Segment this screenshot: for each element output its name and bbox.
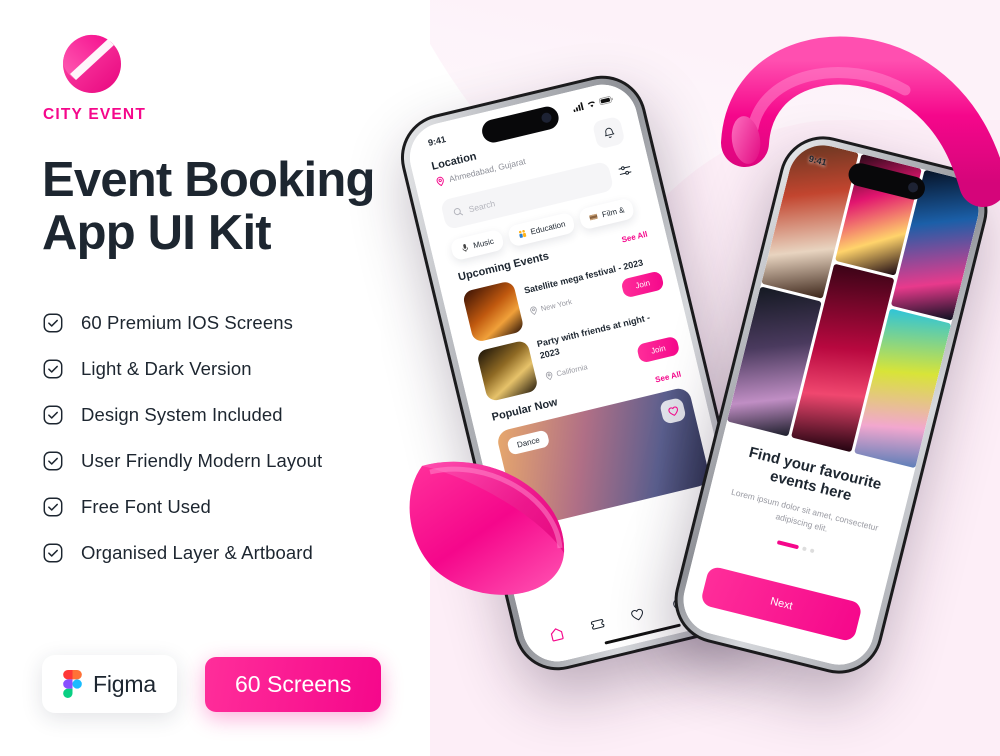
list-item-label: 60 Premium IOS Screens bbox=[81, 311, 293, 333]
check-circle-icon bbox=[42, 542, 64, 564]
check-circle-icon bbox=[42, 404, 64, 426]
figma-logo-icon bbox=[63, 670, 82, 698]
location-pin-icon bbox=[545, 371, 553, 380]
category-chip-film[interactable]: Film & bbox=[578, 197, 636, 231]
see-all-link[interactable]: See All bbox=[621, 230, 649, 245]
event-thumbnail bbox=[461, 280, 525, 343]
list-item: 60 Premium IOS Screens bbox=[42, 300, 462, 346]
pagination-dot[interactable] bbox=[802, 545, 807, 551]
list-item-label: Light & Dark Version bbox=[81, 357, 252, 379]
category-chip-label: Film & bbox=[601, 205, 626, 220]
pink-3d-arc-shape bbox=[715, 28, 1000, 208]
list-item: User Friendly Modern Layout bbox=[42, 438, 462, 484]
list-item-label: Organised Layer & Artboard bbox=[81, 541, 313, 563]
people-icon bbox=[518, 230, 527, 238]
headline-line-1: Event Booking bbox=[42, 153, 375, 207]
tab-favorites[interactable] bbox=[629, 606, 648, 626]
list-item-label: User Friendly Modern Layout bbox=[81, 449, 323, 471]
category-chip-label: Education bbox=[529, 219, 567, 237]
see-all-link[interactable]: See All bbox=[654, 370, 682, 385]
tab-home[interactable] bbox=[548, 625, 567, 645]
event-location-label: California bbox=[555, 361, 589, 379]
brand-name: CITY EVENT bbox=[42, 106, 146, 123]
check-circle-icon bbox=[42, 496, 64, 518]
page-title: Event Booking App UI Kit bbox=[42, 154, 462, 260]
list-item: Light & Dark Version bbox=[42, 346, 462, 392]
footer-row: Figma 60 Screens bbox=[42, 655, 382, 713]
category-chip-education[interactable]: Education bbox=[506, 211, 577, 248]
city-event-logo-mark-icon bbox=[56, 28, 128, 100]
location-pin-icon bbox=[530, 306, 537, 316]
film-icon bbox=[589, 213, 599, 221]
event-thumbnail bbox=[476, 339, 539, 403]
left-content-column: CITY EVENT Event Booking App UI Kit 60 P… bbox=[42, 28, 462, 576]
favorite-button[interactable] bbox=[659, 396, 687, 425]
list-item: Organised Layer & Artboard bbox=[42, 530, 462, 576]
tab-tickets[interactable] bbox=[589, 615, 608, 635]
heart-icon bbox=[631, 608, 644, 621]
check-circle-icon bbox=[42, 450, 64, 472]
pagination-dot-active[interactable] bbox=[776, 539, 800, 549]
figma-label: Figma bbox=[93, 670, 156, 697]
list-item-label: Free Font Used bbox=[81, 495, 211, 517]
filter-sliders-button[interactable] bbox=[617, 162, 634, 181]
join-button[interactable]: Join bbox=[636, 335, 681, 364]
search-placeholder: Search bbox=[467, 198, 497, 215]
home-icon bbox=[551, 628, 564, 642]
next-button[interactable]: Next bbox=[699, 565, 863, 643]
notification-bell-button[interactable] bbox=[591, 115, 626, 150]
event-location: California bbox=[544, 361, 589, 381]
figma-badge[interactable]: Figma bbox=[42, 655, 177, 713]
ticket-icon bbox=[590, 619, 605, 630]
list-item: Design System Included bbox=[42, 392, 462, 438]
list-item-label: Design System Included bbox=[81, 403, 283, 425]
category-chip-label: Music bbox=[472, 236, 495, 251]
event-location: New York bbox=[528, 297, 573, 316]
screens-count-button[interactable]: 60 Screens bbox=[205, 656, 382, 712]
join-button[interactable]: Join bbox=[620, 270, 665, 299]
feature-list: 60 Premium IOS Screens Light & Dark Vers… bbox=[42, 300, 462, 576]
poster-canvas: CITY EVENT Event Booking App UI Kit 60 P… bbox=[0, 0, 1000, 756]
pagination-dot[interactable] bbox=[809, 547, 815, 553]
list-item: Free Font Used bbox=[42, 484, 462, 530]
check-circle-icon bbox=[42, 358, 64, 380]
bell-icon bbox=[604, 127, 614, 138]
heart-icon bbox=[667, 406, 678, 416]
filter-sliders-icon bbox=[618, 166, 632, 175]
brand-logo: CITY EVENT bbox=[42, 28, 147, 124]
event-location-label: New York bbox=[539, 297, 573, 314]
check-circle-icon bbox=[42, 312, 64, 334]
headline-line-2: App UI Kit bbox=[42, 205, 272, 260]
